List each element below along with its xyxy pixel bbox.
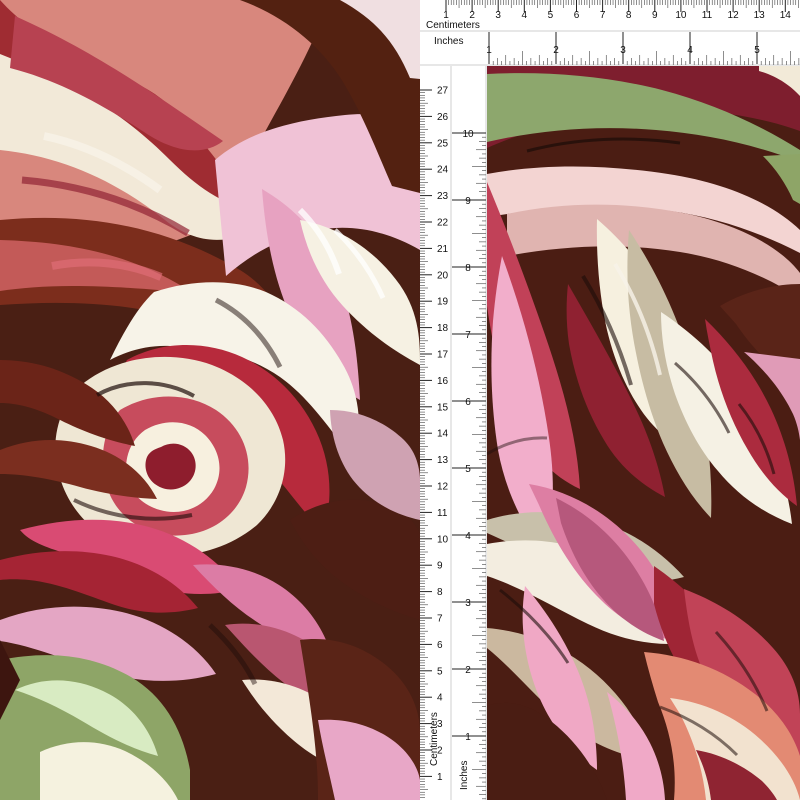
left-cm-tick-label: 25 (437, 138, 449, 149)
draped-fabric-art (0, 0, 420, 800)
left-cm-tick-label: 1 (437, 772, 443, 783)
top-inches-label: Inches (434, 36, 464, 47)
left-cm-tick-label: 20 (437, 270, 449, 281)
top-cm-tick-label: 5 (548, 10, 554, 21)
left-cm-tick-label: 26 (437, 112, 449, 123)
top-cm-tick-label: 10 (675, 10, 687, 21)
top-cm-tick-label: 12 (728, 10, 740, 21)
left-inch-tick-label: 8 (465, 263, 471, 274)
left-cm-tick-label: 24 (437, 165, 449, 176)
left-cm-tick-label: 13 (437, 455, 449, 466)
left-cm-tick-label: 14 (437, 429, 449, 440)
left-cm-tick-label: 22 (437, 218, 449, 229)
top-inch-tick-label: 1 (486, 45, 492, 56)
left-cm-tick-label: 23 (437, 191, 449, 202)
flat-fabric-sample (487, 66, 800, 800)
top-cm-tick-label: 13 (754, 10, 766, 21)
left-cm-tick-label: 17 (437, 350, 449, 361)
left-cm-tick-label: 12 (437, 482, 449, 493)
left-cm-tick-label: 21 (437, 244, 449, 255)
top-centimeters-label: Centimeters (426, 20, 480, 31)
left-cm-tick-label: 4 (437, 693, 443, 704)
left-cm-tick-label: 15 (437, 402, 449, 413)
left-inch-tick-label: 3 (465, 598, 471, 609)
left-ruler-graphic: 2726252423222120191817161514131211109876… (420, 66, 487, 800)
left-centimeters-label: Centimeters (429, 712, 440, 766)
left-inch-tick-label: 1 (465, 732, 471, 743)
top-cm-tick-label: 4 (522, 10, 528, 21)
left-cm-tick-label: 11 (437, 508, 448, 519)
left-cm-tick-label: 7 (437, 614, 443, 625)
left-inches-label: Inches (459, 760, 470, 790)
left-ruler: 27 26 25 24 23 22 21 20 19 18 17 16 15 14 13 12 11 10 9 8 7 6… (420, 66, 487, 800)
top-cm-tick-label: 9 (652, 10, 658, 21)
left-cm-tick-label: 6 (437, 640, 443, 651)
top-inch-tick-label: 2 (553, 45, 559, 56)
top-ruler: 1 2 3 4 5 6 7 8 9 10 11 12 13 14 12345 Centimeters In… (420, 0, 800, 66)
top-ruler-graphic: 1 2 3 4 5 6 7 8 9 10 11 12 13 14 12345 (420, 0, 800, 66)
left-inch-tick-label: 5 (465, 464, 471, 475)
left-cm-tick-label: 16 (437, 376, 449, 387)
left-cm-tick-label: 10 (437, 534, 449, 545)
left-inch-tick-label: 4 (465, 531, 471, 542)
top-inch-tick-label: 5 (754, 45, 760, 56)
left-inch-tick-label: 7 (465, 330, 471, 341)
left-inch-tick-label: 10 (462, 129, 474, 140)
left-cm-tick-label: 9 (437, 561, 443, 572)
top-inch-tick-label: 3 (620, 45, 626, 56)
flat-fabric-art (487, 66, 800, 800)
top-cm-tick-label: 3 (495, 10, 501, 21)
top-cm-tick-label: 7 (600, 10, 606, 21)
left-inch-tick-label: 6 (465, 397, 471, 408)
left-inch-tick-label: 9 (465, 196, 471, 207)
left-inch-tick-label: 2 (465, 665, 471, 676)
draped-fabric-photo (0, 0, 420, 800)
top-cm-tick-label: 8 (626, 10, 632, 21)
left-cm-tick-label: 5 (437, 666, 443, 677)
left-cm-tick-label: 19 (437, 297, 449, 308)
top-cm-tick-label: 14 (780, 10, 792, 21)
left-cm-tick-label: 18 (437, 323, 449, 334)
top-cm-tick-label: 11 (702, 10, 713, 21)
top-inch-tick-label: 4 (687, 45, 693, 56)
left-cm-tick-label: 27 (437, 86, 449, 97)
left-cm-tick-label: 8 (437, 587, 443, 598)
top-cm-tick-label: 6 (574, 10, 580, 21)
